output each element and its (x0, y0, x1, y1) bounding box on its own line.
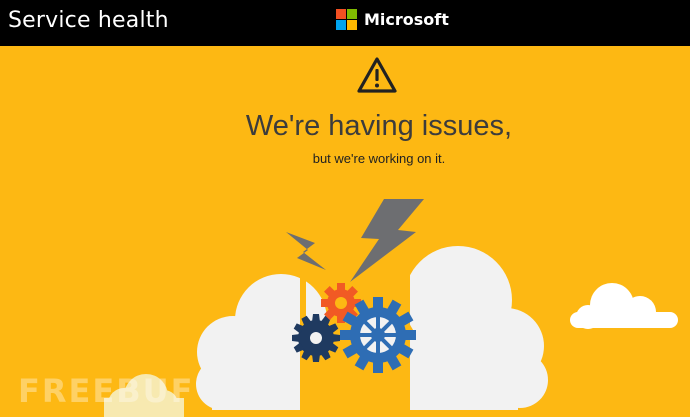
watermark: FREEBUF (18, 372, 195, 410)
lightning-bolt-icon (350, 199, 424, 282)
cloud-icon (570, 283, 678, 329)
cloud-icon (404, 246, 548, 410)
outage-illustration (104, 199, 678, 417)
lightning-bolt-icon (286, 232, 326, 270)
